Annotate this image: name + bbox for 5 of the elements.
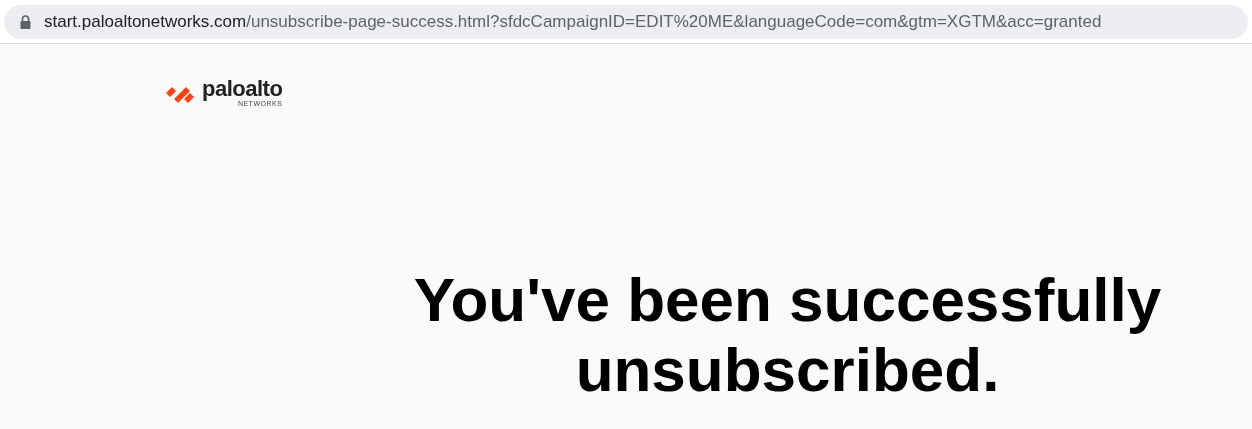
logo-wordmark: paloalto (202, 78, 283, 100)
url-path: /unsubscribe-page-success.html?sfdcCampaignID=EDIT%20ME&languageCode=com&gtm=XGTM&acc=granted (246, 11, 1102, 32)
url-host: start.paloaltonetworks.com (44, 11, 247, 32)
page-heading: You've been successfully unsubscribed. (412, 265, 1163, 405)
address-bar[interactable]: start.paloaltonetworks.com/unsubscribe-page-success.html?sfdcCampaignID=EDIT%20ME&languageCode=com&gtm=XGTM&acc=granted (4, 4, 1248, 39)
